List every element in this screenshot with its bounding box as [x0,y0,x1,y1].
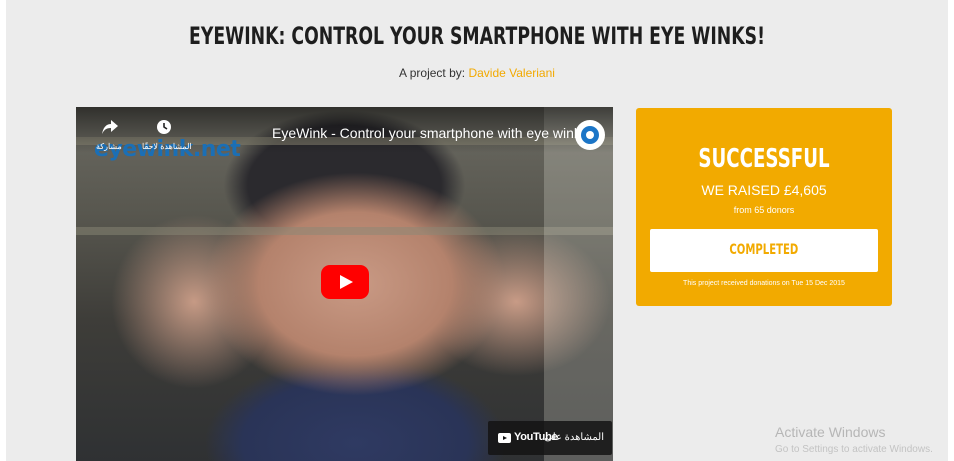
amount-raised: WE RAISED £4,605 [701,182,827,198]
funding-status-card: SUCCESSFUL WE RAISED £4,605 from 65 dono… [636,108,892,306]
watch-on-youtube-button[interactable]: YouTube المشاهدة على [488,421,612,455]
project-page: EYEWINK: CONTROL YOUR SMARTPHONE WITH EY… [6,0,948,461]
eye-pupil [586,131,594,139]
share-icon[interactable] [100,119,120,140]
youtube-icon [498,433,511,443]
channel-eye-icon[interactable] [575,120,605,150]
watch-later-label[interactable]: المشاهدة لاحقًا [142,142,192,151]
completed-label: COMPLETED [729,242,799,258]
completed-button[interactable]: COMPLETED [650,229,878,272]
project-title: EYEWINK: CONTROL YOUR SMARTPHONE WITH EY… [189,22,765,50]
status-heading: SUCCESSFUL [698,144,830,174]
play-button[interactable] [321,265,369,299]
donor-count: from 65 donors [733,205,795,215]
project-byline: A project by: Davide Valeriani [6,66,948,80]
donation-date-note: This project received donations on Tue 1… [683,280,845,287]
activate-windows-title: Activate Windows [775,424,886,440]
play-icon [340,275,353,289]
video-player[interactable]: eyewink.net مشاركة المشاهدة لاحقًا EyeWi… [76,107,613,461]
activate-windows-hint: Go to Settings to activate Windows. [775,444,933,455]
watch-on-label: المشاهدة على [544,432,604,443]
byline-prefix: A project by: [399,66,466,80]
background-shelf [76,227,613,235]
video-title[interactable]: EyeWink - Control your smartphone with e… [272,125,588,141]
background-rack [544,107,613,461]
author-link[interactable]: Davide Valeriani [468,66,555,80]
share-label[interactable]: مشاركة [96,142,122,151]
clock-icon[interactable] [154,119,174,140]
